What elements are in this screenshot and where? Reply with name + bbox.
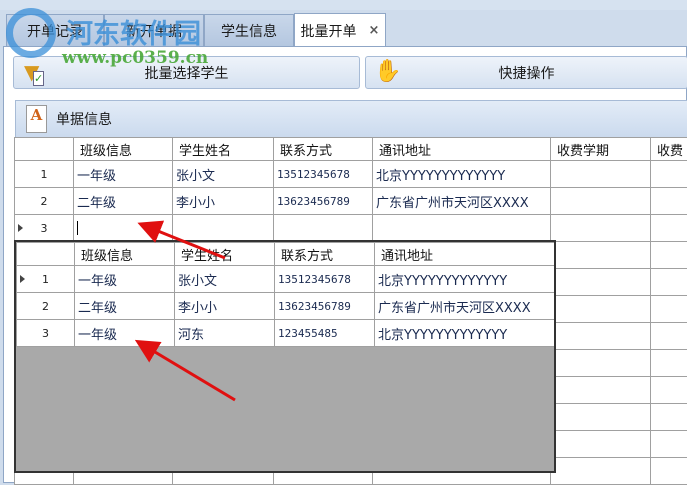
arrow-icon bbox=[140, 343, 235, 400]
arrow-icon bbox=[143, 225, 225, 258]
annotation-arrows bbox=[0, 0, 687, 483]
